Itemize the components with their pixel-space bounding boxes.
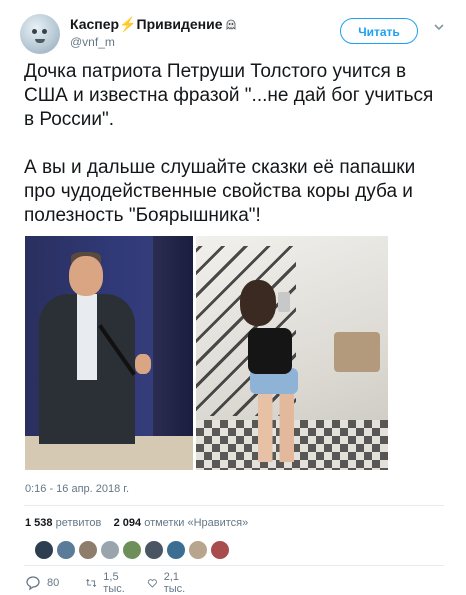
- liker-avatar[interactable]: [144, 540, 164, 560]
- divider: [24, 505, 444, 506]
- liker-avatar[interactable]: [100, 540, 120, 560]
- user-display-name[interactable]: Каспер⚡Привидение: [70, 16, 236, 33]
- photo-man-at-podium[interactable]: [25, 236, 193, 470]
- retweet-button[interactable]: 1,5 тыс.: [85, 571, 131, 595]
- user-avatar[interactable]: [20, 14, 60, 54]
- reply-icon: [26, 576, 40, 591]
- tweet-media[interactable]: [25, 236, 388, 470]
- user-handle[interactable]: @vnf_m: [70, 35, 115, 49]
- lightning-icon: ⚡: [119, 16, 137, 32]
- liker-avatar[interactable]: [210, 540, 230, 560]
- divider: [24, 565, 444, 566]
- tweet-header: Каспер⚡Привидение @vnf_m Читать: [20, 14, 450, 54]
- follow-button[interactable]: Читать: [340, 18, 418, 44]
- likes-stat[interactable]: 2 094 отметки «Нравится»: [114, 517, 249, 529]
- ghost-mouth-icon: [35, 39, 45, 43]
- tweet-paragraph: А вы и дальше слушайте сказки её папашки…: [24, 157, 416, 226]
- liker-avatar[interactable]: [122, 540, 142, 560]
- photo-girl-selfie[interactable]: [196, 236, 388, 470]
- liker-avatar[interactable]: [56, 540, 76, 560]
- ghost-eye-icon: [32, 29, 37, 34]
- tweet-timestamp[interactable]: 0:16 - 16 апр. 2018 г.: [25, 483, 129, 495]
- reply-button[interactable]: 80: [25, 574, 59, 592]
- liker-avatar[interactable]: [166, 540, 186, 560]
- chevron-down-icon[interactable]: [432, 20, 446, 34]
- ghost-eye-icon: [42, 29, 47, 34]
- tweet-stats: 1 538 ретвитов 2 094 отметки «Нравится»: [25, 517, 248, 529]
- ghost-icon: [226, 19, 236, 30]
- liker-avatar[interactable]: [78, 540, 98, 560]
- liker-avatar[interactable]: [34, 540, 54, 560]
- tweet-paragraph: Дочка пaтриота Петруши Толстого учится в…: [24, 61, 434, 130]
- retweet-icon: [86, 578, 97, 588]
- retweets-stat[interactable]: 1 538 ретвитов: [25, 517, 101, 529]
- heart-icon: [147, 579, 157, 588]
- phone-icon: [278, 292, 290, 312]
- tweet-text: Дочка пaтриота Петруши Толстого учится в…: [24, 60, 444, 228]
- like-button[interactable]: 2,1 тыс.: [147, 571, 191, 595]
- liker-avatar[interactable]: [188, 540, 208, 560]
